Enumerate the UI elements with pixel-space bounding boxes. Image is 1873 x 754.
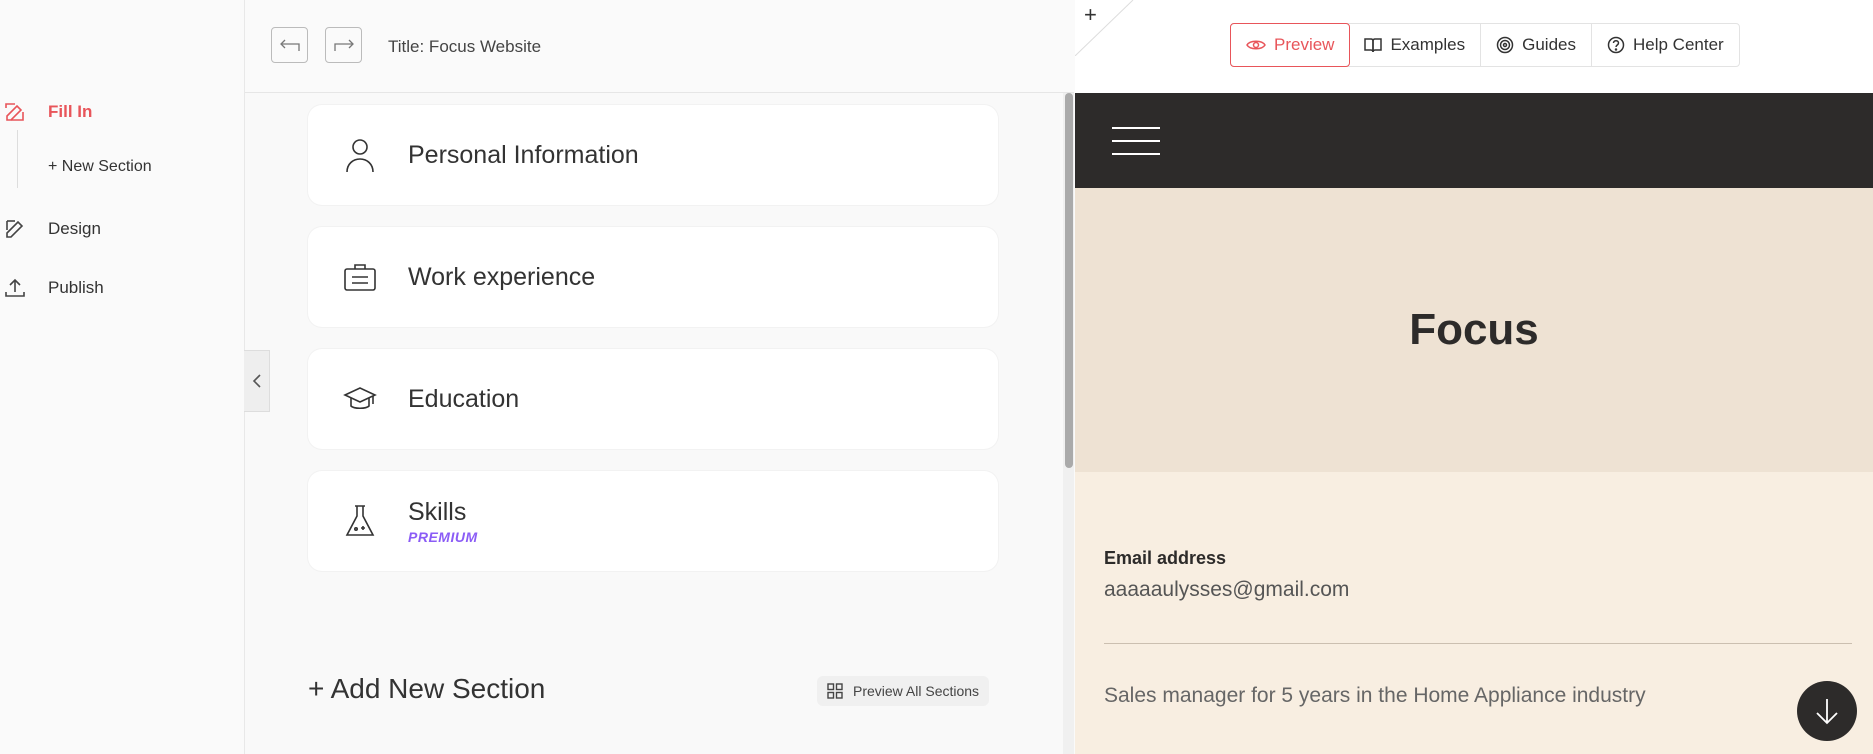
redo-icon <box>333 39 354 51</box>
nav-design[interactable]: Design <box>0 214 101 244</box>
undo-button[interactable] <box>271 27 308 63</box>
preview-all-label: Preview All Sections <box>853 683 980 699</box>
section-label: Personal Information <box>408 140 639 169</box>
target-icon <box>1496 36 1514 54</box>
site-header <box>1075 93 1873 188</box>
nav-publish-label: Publish <box>48 278 104 297</box>
collapse-sidebar-button[interactable] <box>244 350 270 412</box>
section-personal-information[interactable]: Personal Information <box>308 105 998 205</box>
eye-icon <box>1246 38 1266 52</box>
site-body: Email address aaaaaulysses@gmail.com Sal… <box>1075 472 1873 754</box>
section-label: Education <box>408 384 520 413</box>
nav-divider <box>17 130 18 188</box>
section-label: Work experience <box>408 262 596 291</box>
help-icon <box>1607 36 1625 54</box>
briefcase-icon <box>340 257 380 297</box>
tab-examples-label: Examples <box>1390 35 1466 54</box>
upload-icon <box>0 273 30 303</box>
section-label: Skills <box>408 497 467 526</box>
tab-guides-label: Guides <box>1522 35 1576 54</box>
person-icon <box>340 135 380 175</box>
chevron-left-icon <box>252 374 261 388</box>
graduation-cap-icon <box>340 379 380 419</box>
hamburger-menu-icon[interactable] <box>1112 127 1160 155</box>
tab-preview[interactable]: Preview <box>1230 23 1351 67</box>
site-summary: Sales manager for 5 years in the Home Ap… <box>1104 684 1646 707</box>
nav-publish[interactable]: Publish <box>0 273 104 303</box>
section-skills[interactable]: Skills PREMIUM <box>308 471 998 571</box>
nav-fill-in-label: Fill In <box>48 102 93 121</box>
editor-scrollbar-thumb[interactable] <box>1065 93 1073 468</box>
book-icon <box>1364 37 1383 53</box>
premium-badge: PREMIUM <box>408 528 478 545</box>
nav-design-label: Design <box>48 219 101 238</box>
undo-icon <box>279 39 300 51</box>
edit-icon <box>0 97 30 127</box>
section-education[interactable]: Education <box>308 349 998 449</box>
grid-icon <box>827 683 843 699</box>
add-new-section-button[interactable]: + Add New Section <box>308 673 545 705</box>
site-hero: Focus <box>1075 188 1873 472</box>
document-title[interactable]: Title: Focus Website <box>388 37 541 57</box>
editor-toolbar: Title: Focus Website <box>245 0 1074 93</box>
tab-help-center-label: Help Center <box>1632 35 1724 54</box>
skills-label-group: Skills PREMIUM <box>408 498 478 545</box>
preview-tabs: Preview Examples Guides Help Center <box>1230 23 1740 67</box>
plus-icon[interactable]: + <box>1084 2 1097 28</box>
scroll-down-button[interactable] <box>1797 681 1857 741</box>
redo-button[interactable] <box>325 27 362 63</box>
tab-help-center[interactable]: Help Center <box>1592 24 1739 66</box>
left-nav: Fill In + New Section Design Publish <box>0 0 245 754</box>
tab-examples[interactable]: Examples <box>1349 24 1482 66</box>
pencil-icon <box>0 214 30 244</box>
nav-new-section[interactable]: + New Section <box>48 158 152 176</box>
nav-fill-in[interactable]: Fill In <box>0 97 92 127</box>
site-divider <box>1104 643 1852 644</box>
preview-all-sections-button[interactable]: Preview All Sections <box>817 676 990 706</box>
arrow-down-icon <box>1816 699 1838 725</box>
section-work-experience[interactable]: Work experience <box>308 227 998 327</box>
email-value: aaaaaulysses@gmail.com <box>1104 578 1350 601</box>
flask-icon <box>340 501 380 541</box>
editor-panel: Personal Information Work experience Edu… <box>245 93 1074 754</box>
tab-guides[interactable]: Guides <box>1481 24 1592 66</box>
site-name: Focus <box>1409 305 1539 354</box>
tab-preview-label: Preview <box>1274 35 1335 54</box>
email-label: Email address <box>1104 548 1227 568</box>
